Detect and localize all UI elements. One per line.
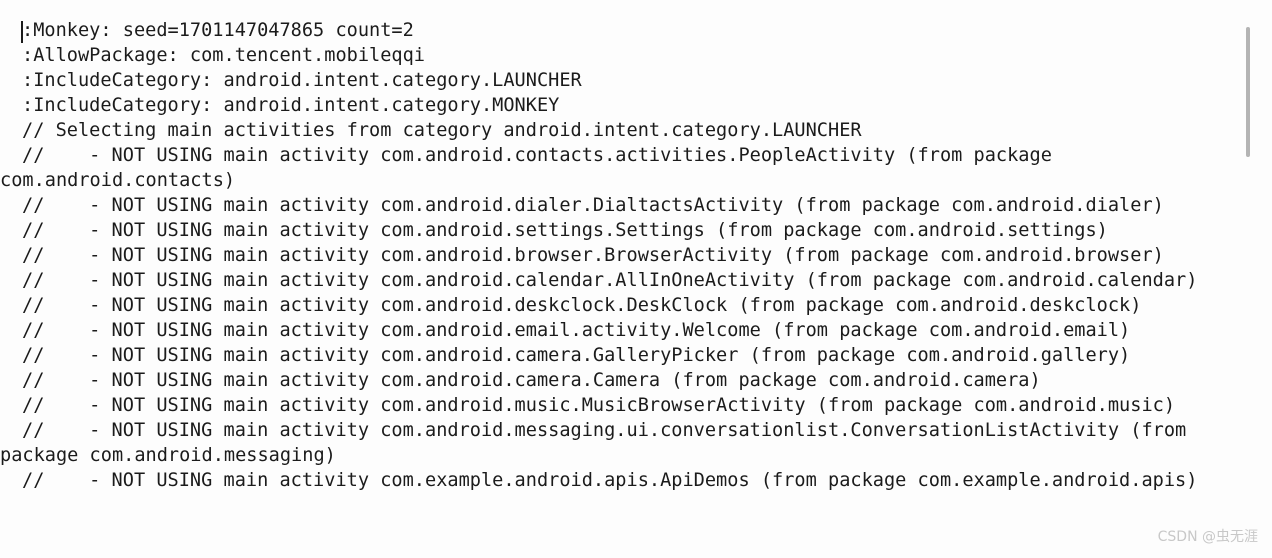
log-line: // - NOT USING main activity com.android… bbox=[0, 293, 1248, 318]
log-line-text: // - NOT USING main activity com.android… bbox=[22, 220, 1108, 241]
log-line: // - NOT USING main activity com.android… bbox=[0, 143, 1248, 193]
log-line: :IncludeCategory: android.intent.categor… bbox=[0, 93, 1248, 118]
log-line-text: :Monkey: seed=1701147047865 count=2 bbox=[22, 20, 414, 41]
log-line: // - NOT USING main activity com.android… bbox=[0, 218, 1248, 243]
log-line: :IncludeCategory: android.intent.categor… bbox=[0, 68, 1248, 93]
log-line-text: // - NOT USING main activity com.android… bbox=[0, 145, 1064, 191]
console-output-view[interactable]: :Monkey: seed=1701147047865 count=2 :Allo… bbox=[0, 0, 1272, 558]
log-line-text: // - NOT USING main activity com.android… bbox=[22, 295, 1142, 316]
log-line-text: // - NOT USING main activity com.android… bbox=[22, 270, 1198, 291]
log-line: // - NOT USING main activity com.android… bbox=[0, 368, 1248, 393]
log-line: :AllowPackage: com.tencent.mobileqqi bbox=[0, 43, 1248, 68]
watermark-label: CSDN @虫无涯 bbox=[1157, 529, 1258, 545]
log-line-text: // - NOT USING main activity com.android… bbox=[0, 420, 1198, 466]
log-line-text: // - NOT USING main activity com.android… bbox=[22, 370, 1041, 391]
log-line-text: :IncludeCategory: android.intent.categor… bbox=[22, 95, 560, 116]
log-line-text: :AllowPackage: com.tencent.mobileqqi bbox=[22, 45, 425, 66]
log-line-text: // - NOT USING main activity com.android… bbox=[22, 395, 1176, 416]
vertical-scrollbar-track[interactable] bbox=[1246, 0, 1262, 558]
log-line: // - NOT USING main activity com.android… bbox=[0, 193, 1248, 218]
log-line: :Monkey: seed=1701147047865 count=2 bbox=[0, 18, 1248, 43]
log-line: // - NOT USING main activity com.android… bbox=[0, 393, 1248, 418]
text-caret bbox=[21, 21, 23, 43]
log-line: // - NOT USING main activity com.android… bbox=[0, 318, 1248, 343]
log-line-text: // - NOT USING main activity com.android… bbox=[22, 320, 1131, 341]
log-line: // - NOT USING main activity com.android… bbox=[0, 418, 1248, 468]
log-line-text: // - NOT USING main activity com.android… bbox=[22, 345, 1131, 366]
log-line: // - NOT USING main activity com.android… bbox=[0, 268, 1248, 293]
log-line-text: :IncludeCategory: android.intent.categor… bbox=[22, 70, 582, 91]
log-line-text: // - NOT USING main activity com.android… bbox=[22, 245, 1164, 266]
vertical-scrollbar-thumb[interactable] bbox=[1246, 27, 1250, 157]
log-line-text: // Selecting main activities from catego… bbox=[22, 120, 862, 141]
log-line: // - NOT USING main activity com.android… bbox=[0, 343, 1248, 368]
log-output-text[interactable]: :Monkey: seed=1701147047865 count=2 :Allo… bbox=[0, 0, 1248, 493]
log-line: // - NOT USING main activity com.example… bbox=[0, 468, 1248, 493]
log-line: // - NOT USING main activity com.android… bbox=[0, 243, 1248, 268]
log-line-text: // - NOT USING main activity com.android… bbox=[22, 195, 1164, 216]
log-line-text: // - NOT USING main activity com.example… bbox=[22, 470, 1198, 491]
log-line: // Selecting main activities from catego… bbox=[0, 118, 1248, 143]
